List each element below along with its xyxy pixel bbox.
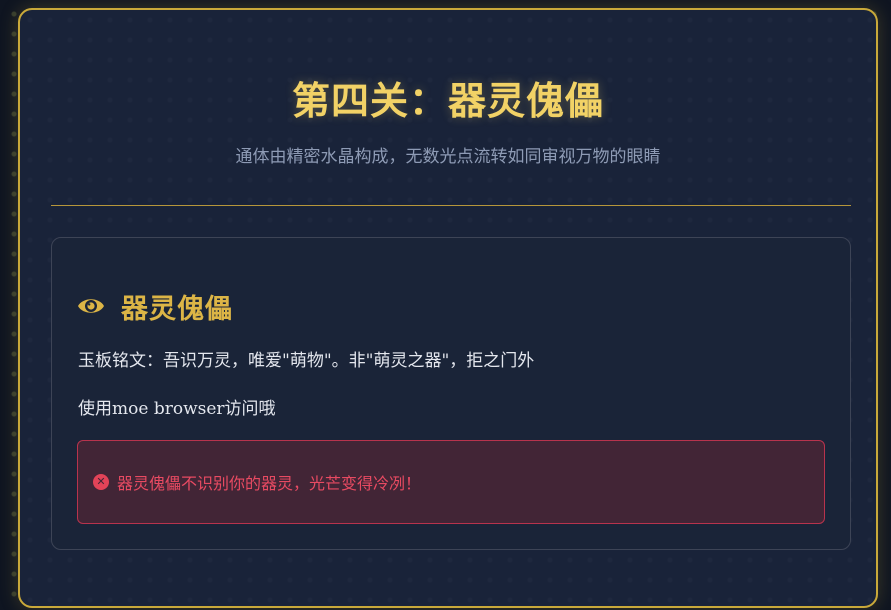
eye-icon	[78, 299, 104, 313]
golem-card: 器灵傀儡 玉板铭文：吾识万灵，唯爱"萌物"。非"萌灵之器"，拒之门外 使用moe…	[51, 237, 851, 550]
browser-hint-text: 使用moe browser访问哦	[78, 399, 276, 419]
page-title: 第四关：器灵傀儡	[291, 78, 604, 123]
error-x-icon: ✕	[93, 474, 109, 490]
error-alert: ✕ 器灵傀儡不识别你的器灵，光芒变得冷冽！	[77, 440, 825, 524]
card-header: 器灵傀儡	[77, 286, 233, 326]
error-message: 器灵傀儡不识别你的器灵，光芒变得冷冽！	[117, 474, 422, 493]
inscription-text: 玉板铭文：吾识万灵，唯爱"萌物"。非"萌灵之器"，拒之门外	[78, 351, 535, 371]
card-title: 器灵傀儡	[121, 293, 233, 325]
level-panel: 第四关：器灵傀儡 通体由精密水晶构成，无数光点流转如同审视万物的眼睛 器灵傀儡 …	[18, 8, 878, 608]
header-divider	[51, 205, 851, 206]
page-subtitle: 通体由精密水晶构成，无数光点流转如同审视万物的眼睛	[235, 147, 661, 167]
